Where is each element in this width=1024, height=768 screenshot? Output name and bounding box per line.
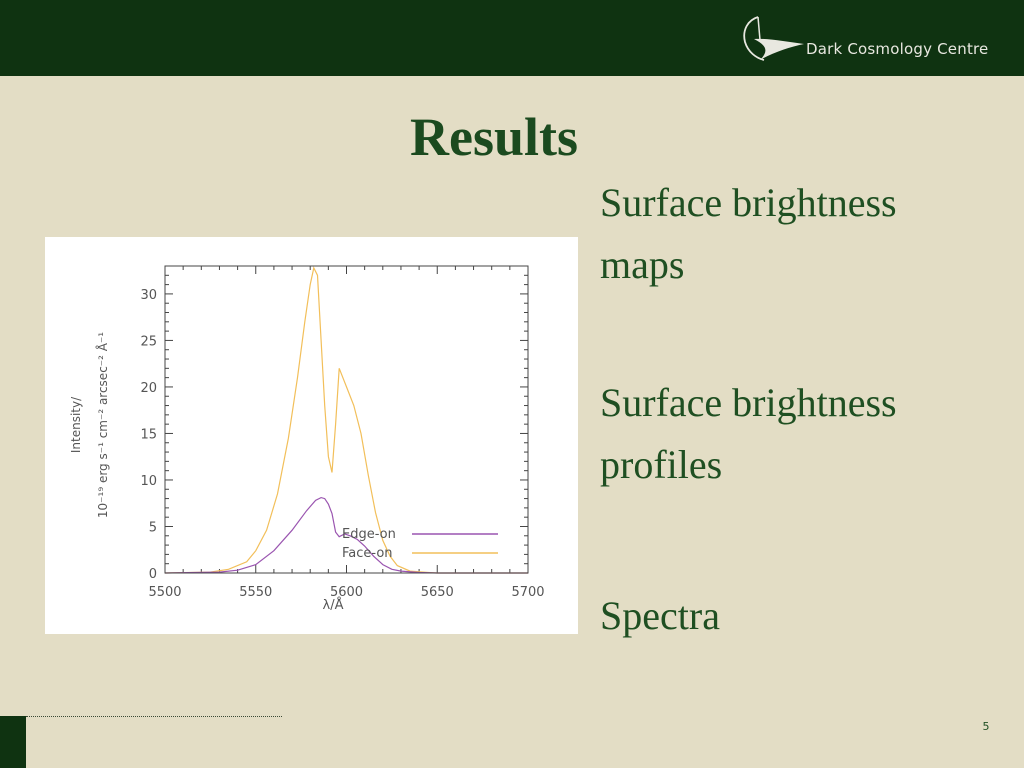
x-tick-label: 5550	[239, 585, 272, 600]
y-tick-label: 15	[140, 427, 157, 442]
bullet-line: profiles	[600, 442, 723, 487]
footer-corner-block	[0, 716, 26, 768]
y-tick-label: 5	[149, 520, 157, 535]
y-tick-label: 10	[140, 474, 157, 489]
bullet-line: Spectra	[600, 593, 720, 638]
legend-label-face-on: Face-on	[342, 546, 393, 561]
brand-name: Dark Cosmology Centre	[806, 40, 989, 58]
bullet-line: maps	[600, 242, 685, 287]
footer-divider	[26, 716, 282, 717]
legend-label-edge-on: Edge-on	[342, 527, 396, 542]
dark-cosmology-logo-icon	[743, 16, 804, 61]
page-number: 5	[982, 720, 990, 733]
y-axis-label-line1: Intensity/	[69, 396, 83, 453]
x-tick-label: 5500	[148, 585, 181, 600]
bullet-surface-brightness-profiles: Surface brightness profiles	[600, 372, 1000, 496]
x-tick-label: 5650	[421, 585, 454, 600]
spectra-chart: 5500 5550 5600 5650 5700051015202530 Edge-on…	[69, 265, 545, 613]
x-axis-label: λ/Å	[323, 597, 344, 613]
header-bar: Dark Cosmology Centre	[0, 0, 1024, 76]
y-axis-label-line2: 10⁻¹⁹ erg s⁻¹ cm⁻² arcsec⁻² Å⁻¹	[95, 332, 110, 518]
y-tick-label: 30	[140, 288, 157, 303]
spectra-chart-panel: 5500 5550 5600 5650 5700 0 5 10 15 20 25 30 Edge-on…	[45, 237, 578, 634]
slide-title: Results	[409, 107, 578, 167]
y-tick-label: 0	[149, 567, 157, 582]
bullet-line: Surface brightness	[600, 180, 897, 225]
bullet-surface-brightness-maps: Surface brightness maps	[600, 172, 1000, 296]
bullet-line: Surface brightness	[600, 380, 897, 425]
bullet-spectra: Spectra	[600, 585, 1000, 647]
y-tick-label: 20	[140, 381, 157, 396]
x-tick-label: 5700	[511, 585, 544, 600]
y-tick-label: 25	[140, 334, 157, 349]
